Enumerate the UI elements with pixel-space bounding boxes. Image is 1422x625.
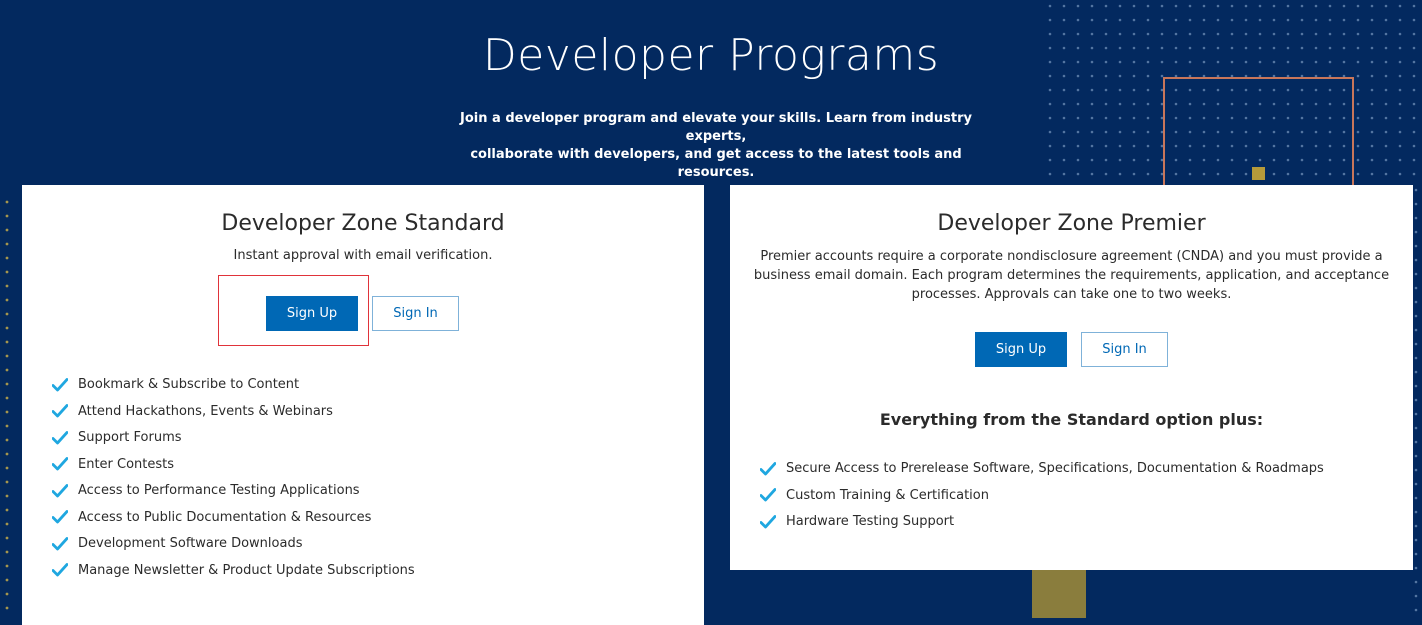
feature-label: Attend Hackathons, Events & Webinars <box>78 403 333 419</box>
feature-label: Custom Training & Certification <box>786 487 989 503</box>
premier-card-description: Premier accounts require a corporate non… <box>730 247 1413 304</box>
check-icon <box>760 488 776 502</box>
premier-description-line-2: business email domain. Each program dete… <box>753 268 1390 283</box>
check-icon <box>52 457 68 471</box>
premier-description-line-1: Premier accounts require a corporate non… <box>760 249 1383 264</box>
page-subtitle: Join a developer program and elevate you… <box>440 110 992 182</box>
standard-sign-up-button[interactable]: Sign Up <box>266 296 358 331</box>
check-icon <box>52 404 68 418</box>
premier-sign-up-button[interactable]: Sign Up <box>975 332 1067 367</box>
list-item: Development Software Downloads <box>52 536 302 551</box>
list-item: Secure Access to Prerelease Software, Sp… <box>760 461 1324 476</box>
feature-label: Bookmark & Subscribe to Content <box>78 377 300 392</box>
check-icon <box>52 430 68 444</box>
check-icon <box>760 514 776 528</box>
check-icon <box>52 377 68 391</box>
subtitle-line-1: Join a developer program and elevate you… <box>460 111 972 144</box>
feature-label: Access to Public Documentation & Resourc… <box>78 509 372 525</box>
standard-card-description: Instant approval with email verification… <box>233 248 493 263</box>
check-icon <box>52 510 68 524</box>
feature-label: Manage Newsletter & Product Update Subsc… <box>78 562 415 578</box>
premier-sign-in-button[interactable]: Sign In <box>1081 332 1168 367</box>
list-item: Enter Contests <box>52 457 174 472</box>
list-item: Attend Hackathons, Events & Webinars <box>52 404 333 419</box>
check-icon <box>52 483 68 497</box>
check-icon <box>52 536 68 550</box>
feature-label: Secure Access to Prerelease Software, Sp… <box>786 461 1324 476</box>
premier-card-title: Developer Zone Premier <box>937 211 1206 236</box>
feature-label: Enter Contests <box>78 456 175 472</box>
feature-label: Hardware Testing Support <box>786 514 955 529</box>
feature-label: Access to Performance Testing Applicatio… <box>78 483 360 498</box>
premier-description-line-3: processes. Approvals can take one to two… <box>911 287 1232 302</box>
list-item: Bookmark & Subscribe to Content <box>52 377 299 392</box>
list-item: Support Forums <box>52 430 182 445</box>
list-item: Access to Performance Testing Applicatio… <box>52 483 360 498</box>
list-item: Hardware Testing Support <box>760 514 954 529</box>
list-item: Access to Public Documentation & Resourc… <box>52 510 371 525</box>
subtitle-line-2: collaborate with developers, and get acc… <box>470 147 962 180</box>
list-item: Custom Training & Certification <box>760 488 989 503</box>
list-item: Manage Newsletter & Product Update Subsc… <box>52 563 415 578</box>
standard-sign-in-button[interactable]: Sign In <box>372 296 459 331</box>
feature-label: Development Software Downloads <box>78 536 303 551</box>
premier-program-card: Developer Zone Premier Premier accounts … <box>730 185 1413 570</box>
standard-program-card: Developer Zone Standard Instant approval… <box>22 185 704 625</box>
feature-label: Support Forums <box>78 430 182 445</box>
check-icon <box>760 461 776 475</box>
check-icon <box>52 563 68 577</box>
standard-card-title: Developer Zone Standard <box>221 211 505 236</box>
premier-plus-heading: Everything from the Standard option plus… <box>879 410 1264 429</box>
page-title: Developer Programs <box>482 30 940 81</box>
